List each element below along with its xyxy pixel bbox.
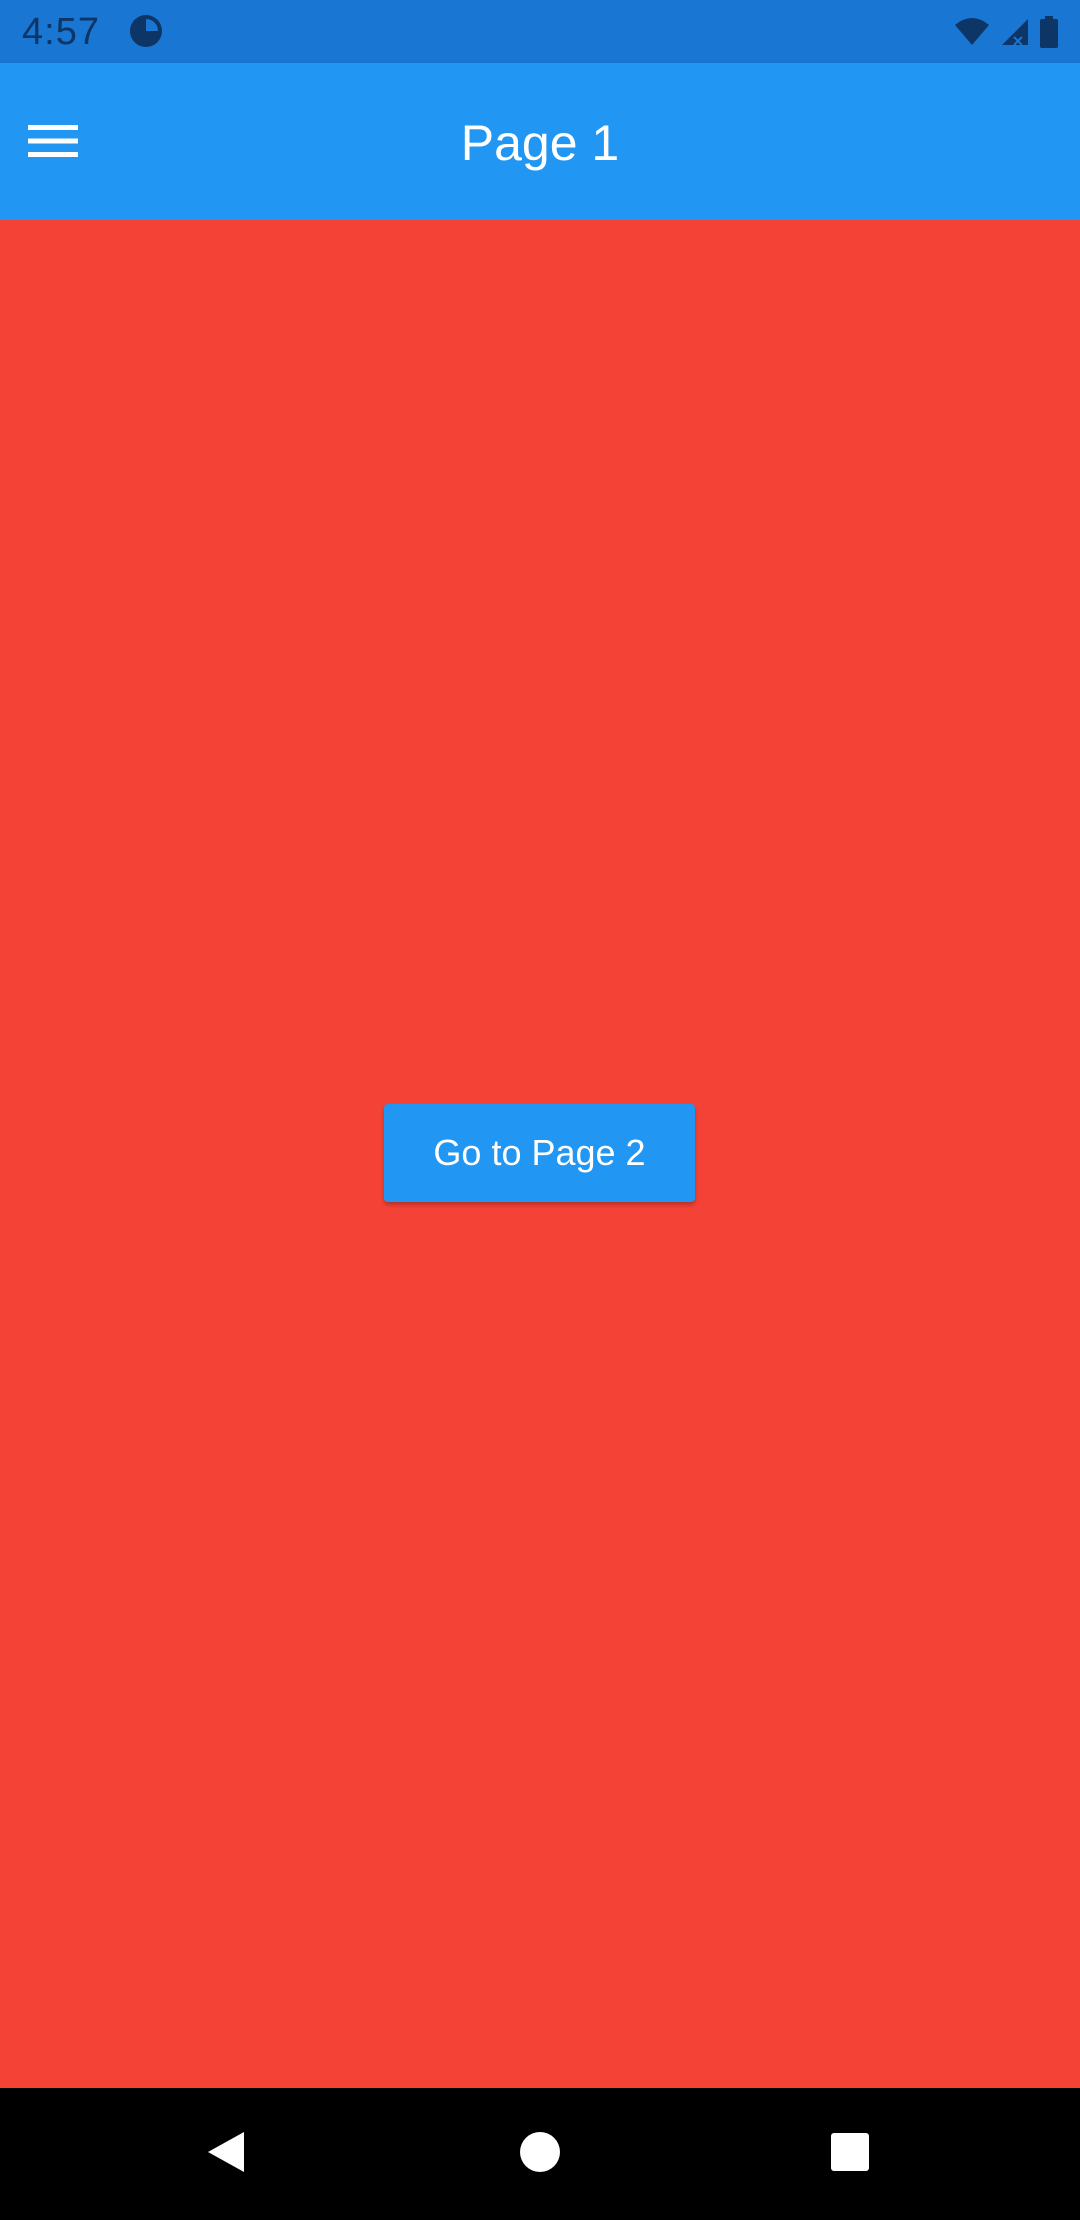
home-button[interactable]	[500, 2114, 580, 2194]
go-to-page-2-button[interactable]: Go to Page 2	[384, 1104, 695, 1202]
battery-icon	[1040, 16, 1058, 48]
back-button[interactable]	[186, 2114, 266, 2194]
back-icon	[206, 2130, 246, 2179]
recents-button[interactable]	[810, 2114, 890, 2194]
wifi-icon	[954, 17, 990, 47]
home-icon	[519, 2131, 561, 2178]
signal-icon	[1000, 17, 1030, 47]
page-title: Page 1	[460, 115, 620, 171]
status-bar: 4:57	[0, 0, 1080, 63]
status-time: 4:57	[22, 11, 100, 53]
recents-icon	[830, 2132, 870, 2177]
navigation-bar	[0, 2088, 1080, 2220]
app-notification-icon	[128, 13, 164, 49]
main-content: Go to Page 2	[0, 220, 1080, 2088]
status-icons	[954, 14, 1058, 50]
app-bar: Page 1	[0, 63, 1080, 220]
